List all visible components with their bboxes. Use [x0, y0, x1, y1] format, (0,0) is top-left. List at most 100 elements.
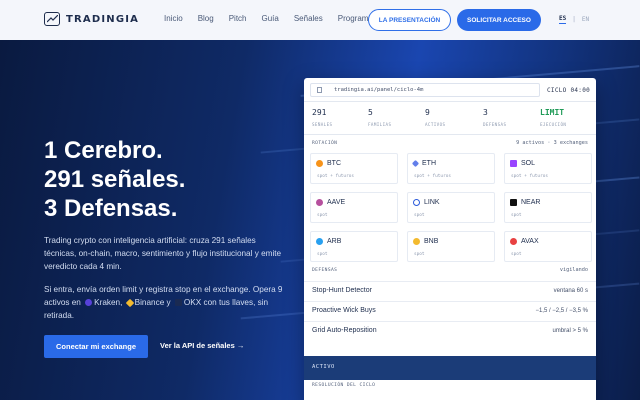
- defenses-status: vigilando: [559, 267, 588, 273]
- resolution-title: RESOLUCIÓN DEL CICLO: [312, 383, 376, 388]
- stat-execution: LIMIT EJECUCIÓN: [540, 108, 566, 127]
- defense-value: −1,5 / −2,5 / −3,5 %: [535, 308, 588, 314]
- stat-families: 5 FAMILIAS: [368, 108, 391, 127]
- top-navbar: TRADINGIA Inicio Blog Pitch Guía Señales…: [0, 0, 640, 40]
- page-icon: [317, 87, 322, 93]
- asset-card-aave[interactable]: AAVE spot: [310, 192, 398, 223]
- defenses-header: DEFENSAS vigilando: [304, 265, 596, 277]
- asset-symbol: BTC: [327, 160, 341, 167]
- active-label: ACTIVO: [312, 364, 335, 370]
- stat-label: SEÑALES: [312, 122, 333, 127]
- stat-value: 3: [483, 108, 488, 117]
- nav-link-pitch[interactable]: Pitch: [229, 14, 247, 23]
- url-text: tradingia.ai/panel/ciclo-4m: [334, 87, 424, 93]
- defenses-title: DEFENSAS: [312, 268, 338, 273]
- nav-link-inicio[interactable]: Inicio: [164, 14, 183, 23]
- asset-symbol: ARB: [327, 238, 342, 245]
- stats-row: 291 SEÑALES 5 FAMILIAS 9 ACTIVOS 3 DEFEN…: [304, 103, 596, 135]
- asset-symbol: BNB: [424, 238, 439, 245]
- lang-es[interactable]: ES: [559, 15, 567, 24]
- url-field[interactable]: tradingia.ai/panel/ciclo-4m: [310, 83, 540, 97]
- binance-icon: [125, 298, 134, 308]
- request-access-button[interactable]: SOLICITAR ACCESO: [457, 9, 541, 31]
- asset-market: spot: [317, 252, 328, 257]
- asset-market: spot + futuros: [414, 174, 452, 179]
- stat-label: FAMILIAS: [368, 122, 392, 127]
- sol-icon: [510, 160, 517, 167]
- language-switcher: ES | EN: [559, 15, 589, 24]
- asset-card-near[interactable]: NEAR spot: [504, 192, 592, 223]
- dashboard-panel: tradingia.ai/panel/ciclo-4m CICLO 04:00 …: [304, 78, 596, 400]
- asset-symbol: AAVE: [327, 199, 346, 206]
- hero-description: Trading crypto con inteligencia artifici…: [44, 236, 282, 271]
- asset-symbol: LINK: [424, 199, 440, 206]
- asset-card-bnb[interactable]: BNB spot: [407, 231, 495, 262]
- near-icon: [510, 199, 517, 206]
- nav-link-blog[interactable]: Blog: [198, 14, 214, 23]
- asset-card-btc[interactable]: BTC spot + futuros: [310, 153, 398, 184]
- stat-signals: 291 SEÑALES: [312, 108, 332, 127]
- asset-market: spot + futuros: [317, 174, 355, 179]
- asset-market: spot: [414, 252, 425, 257]
- asset-card-eth[interactable]: ETH spot + futuros: [407, 153, 495, 184]
- asset-symbol: NEAR: [521, 199, 541, 206]
- stat-value: 9: [425, 108, 430, 117]
- stat-label: EJECUCIÓN: [540, 122, 567, 127]
- defense-value: ventana 60 s: [553, 288, 588, 294]
- resolution-header: RESOLUCIÓN DEL CICLO: [304, 380, 596, 392]
- rotation-header: ROTACIÓN 9 activos · 3 exchanges: [304, 138, 596, 150]
- defense-name: Proactive Wick Buys: [312, 307, 376, 314]
- stat-label: ACTIVOS: [425, 122, 446, 127]
- stat-label: DEFENSAS: [483, 122, 507, 127]
- stat-value: 5: [368, 108, 373, 117]
- arb-icon: [316, 238, 323, 245]
- asset-market: spot: [511, 213, 522, 218]
- brand[interactable]: TRADINGIA: [44, 12, 139, 26]
- okx-icon: [174, 299, 182, 306]
- defense-row: Grid Auto-Reposition umbral > 5 %: [304, 321, 596, 340]
- chart-trend-icon: [44, 12, 60, 26]
- rotation-summary: 9 activos · 3 exchanges: [516, 140, 588, 146]
- asset-card-avax[interactable]: AVAX spot: [504, 231, 592, 262]
- asset-market: spot + futuros: [511, 174, 549, 179]
- active-status-bar: ACTIVO: [304, 356, 596, 380]
- hero-title-line: 1 Cerebro.: [44, 137, 163, 164]
- asset-symbol: ETH: [422, 160, 436, 167]
- brand-name: TRADINGIA: [66, 13, 140, 25]
- kraken-icon: [85, 299, 93, 306]
- asset-market: spot: [317, 213, 328, 218]
- rotation-title: ROTACIÓN: [312, 141, 338, 146]
- hero-title-line: 291 señales.: [44, 166, 186, 193]
- nav-link-senales[interactable]: Señales: [294, 14, 323, 23]
- asset-card-link[interactable]: LINK spot: [407, 192, 495, 223]
- presentation-button[interactable]: LA PRESENTACIÓN: [368, 9, 451, 31]
- stat-value: LIMIT: [540, 108, 565, 117]
- hero-title: 1 Cerebro. 291 señales. 3 Defensas.: [44, 136, 185, 223]
- url-bar: tradingia.ai/panel/ciclo-4m CICLO 04:00: [304, 78, 596, 102]
- eth-icon: [411, 159, 420, 168]
- defense-row: Proactive Wick Buys −1,5 / −2,5 / −3,5 %: [304, 301, 596, 320]
- asset-card-arb[interactable]: ARB spot: [310, 231, 398, 262]
- cycle-timer: CICLO 04:00: [547, 87, 591, 94]
- hero-title-line: 3 Defensas.: [44, 195, 178, 222]
- nav-link-guia[interactable]: Guía: [262, 14, 279, 23]
- defense-name: Stop-Hunt Detector: [312, 287, 372, 294]
- stat-assets: 9 ACTIVOS: [425, 108, 445, 127]
- signals-api-link[interactable]: Ver la API de señales →: [160, 341, 244, 350]
- aave-icon: [316, 199, 323, 206]
- stat-value: 291: [312, 108, 327, 117]
- hero-description-exchanges: Si entra, envía orden limit y registra s…: [44, 283, 284, 322]
- stat-defenses: 3 DEFENSAS: [483, 108, 506, 127]
- asset-symbol: AVAX: [521, 238, 539, 245]
- defense-row: Stop-Hunt Detector ventana 60 s: [304, 281, 596, 300]
- defense-name: Grid Auto-Reposition: [312, 327, 377, 334]
- lang-en[interactable]: EN: [582, 16, 589, 23]
- exchange-binance: Binance y: [134, 298, 171, 307]
- btc-icon: [316, 160, 323, 167]
- avax-icon: [510, 238, 517, 245]
- connect-exchange-button[interactable]: Conectar mi exchange: [44, 335, 148, 358]
- lang-separator: |: [572, 16, 576, 23]
- asset-symbol: SOL: [521, 160, 536, 167]
- asset-market: spot: [414, 213, 425, 218]
- asset-card-sol[interactable]: SOL spot + futuros: [504, 153, 592, 184]
